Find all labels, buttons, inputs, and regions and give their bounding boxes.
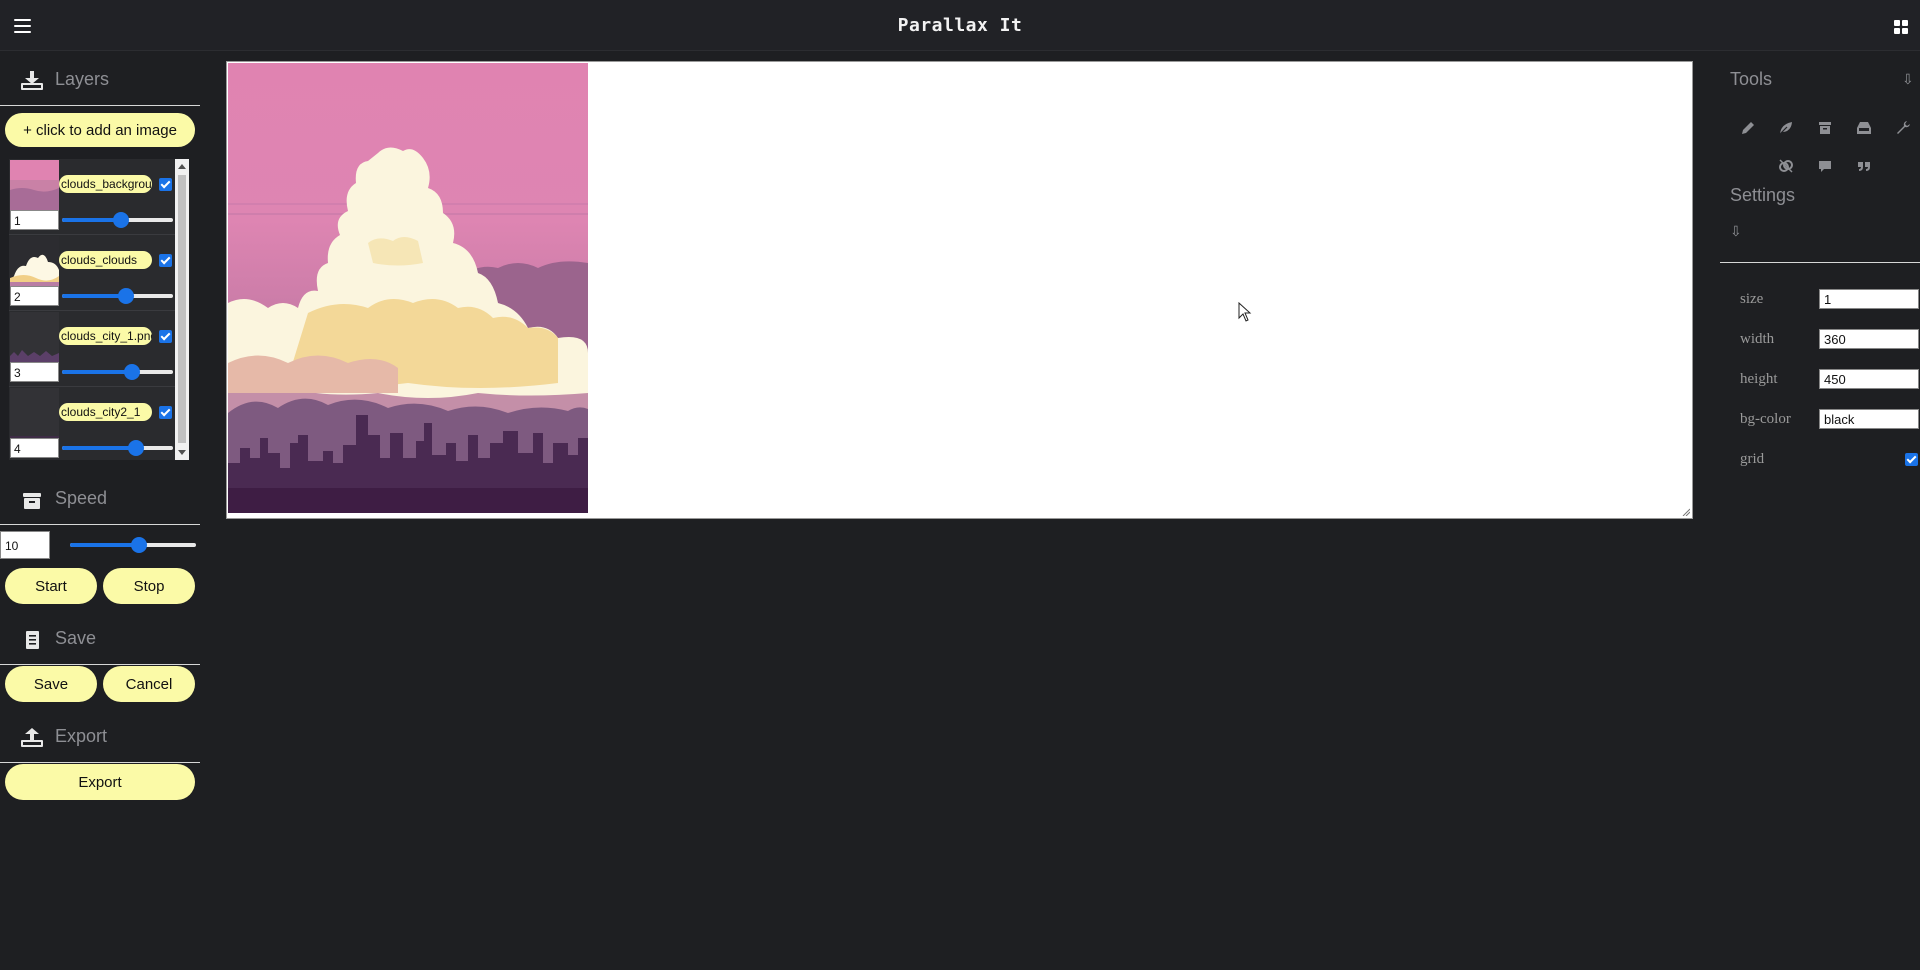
- pencil-icon[interactable]: [1740, 120, 1756, 136]
- parallax-canvas[interactable]: [226, 61, 1693, 519]
- layer-order-input[interactable]: 2: [10, 286, 59, 306]
- upload-icon: [21, 728, 43, 747]
- setting-label: width: [1740, 331, 1775, 347]
- leaf-icon[interactable]: [1778, 120, 1794, 136]
- comment-icon[interactable]: [1817, 158, 1833, 174]
- layer-visible-checkbox[interactable]: [159, 178, 172, 191]
- setting-label: height: [1740, 371, 1778, 387]
- scrollbar-thumb[interactable]: [178, 175, 186, 443]
- layer-thumbnail: [10, 236, 59, 288]
- layer-order-input[interactable]: 3: [10, 362, 59, 382]
- save-header[interactable]: Save: [0, 611, 200, 665]
- layer-name[interactable]: clouds_city_1.png: [59, 327, 152, 345]
- speed-slider[interactable]: [70, 537, 196, 553]
- grid-checkbox[interactable]: [1905, 453, 1918, 466]
- speed-input[interactable]: 10: [0, 531, 50, 559]
- layers-header[interactable]: Layers: [0, 52, 200, 106]
- layer-name[interactable]: clouds_city2_1: [59, 403, 152, 421]
- setting-height: height 450: [1740, 369, 1920, 389]
- layer-name[interactable]: clouds_background: [59, 175, 152, 193]
- setting-grid: grid: [1740, 449, 1920, 469]
- archive-icon[interactable]: [1817, 120, 1833, 136]
- layer-item[interactable]: clouds_clouds 2: [9, 235, 175, 311]
- apps-grid-icon[interactable]: [1894, 20, 1908, 34]
- layer-visible-checkbox[interactable]: [159, 406, 172, 419]
- start-button[interactable]: Start: [5, 568, 97, 604]
- inbox-icon[interactable]: [1856, 120, 1872, 136]
- height-input[interactable]: 450: [1819, 369, 1919, 389]
- layers-scrollbar[interactable]: [175, 159, 189, 460]
- width-input[interactable]: 360: [1819, 329, 1919, 349]
- bg-color-input[interactable]: black: [1819, 409, 1919, 429]
- layer-thumbnail: [10, 388, 59, 440]
- layer-visible-checkbox[interactable]: [159, 330, 172, 343]
- layer-speed-slider[interactable]: [62, 440, 173, 456]
- unlink-icon[interactable]: [1778, 158, 1794, 174]
- setting-bg-color: bg-color black: [1740, 409, 1920, 429]
- add-image-button[interactable]: + click to add an image: [5, 113, 195, 147]
- setting-label: grid: [1740, 451, 1765, 467]
- cancel-button[interactable]: Cancel: [103, 666, 195, 702]
- layer-name[interactable]: clouds_clouds: [59, 251, 152, 269]
- speed-label: Speed: [55, 488, 108, 508]
- parallax-preview-image: [228, 63, 588, 513]
- collapse-tools-icon[interactable]: ⇩: [1902, 71, 1914, 88]
- speed-header[interactable]: Speed: [0, 471, 200, 525]
- layers-list: clouds_background 1 clouds_clouds 2: [9, 159, 189, 460]
- layer-thumbnail: [10, 312, 59, 364]
- export-button[interactable]: Export: [5, 764, 195, 800]
- layer-item[interactable]: clouds_city_1.png 3: [9, 311, 175, 387]
- wrench-icon[interactable]: [1895, 120, 1911, 136]
- layer-speed-slider[interactable]: [62, 288, 173, 304]
- size-input[interactable]: 1: [1819, 289, 1919, 309]
- scroll-up-arrow-icon[interactable]: [178, 164, 186, 169]
- setting-width: width 360: [1740, 329, 1920, 349]
- settings-title: Settings: [1730, 185, 1796, 205]
- export-header[interactable]: Export: [0, 709, 200, 763]
- layer-thumbnail: [10, 160, 59, 212]
- layer-order-input[interactable]: 4: [10, 438, 59, 458]
- quote-icon[interactable]: [1856, 158, 1872, 174]
- resize-handle-icon[interactable]: [1682, 508, 1690, 516]
- setting-label: size: [1740, 291, 1764, 307]
- layer-item[interactable]: clouds_background 1: [9, 159, 175, 235]
- layers-label: Layers: [55, 69, 110, 89]
- tools-title: Tools: [1730, 69, 1773, 89]
- app-title: Parallax It: [897, 15, 1023, 36]
- scroll-down-arrow-icon[interactable]: [178, 450, 186, 455]
- stop-button[interactable]: Stop: [103, 568, 195, 604]
- setting-size: size 1: [1740, 289, 1920, 309]
- top-bar: Parallax It: [0, 0, 1920, 51]
- layer-speed-slider[interactable]: [62, 364, 173, 380]
- archive-icon: [23, 493, 41, 509]
- layer-order-input[interactable]: 1: [10, 210, 59, 230]
- left-panel: Layers + click to add an image clouds_ba…: [0, 52, 200, 970]
- layer-item[interactable]: clouds_city2_1 4: [9, 387, 175, 460]
- settings-divider: [1720, 262, 1920, 263]
- document-icon: [26, 631, 39, 649]
- layer-speed-slider[interactable]: [62, 212, 173, 228]
- save-button[interactable]: Save: [5, 666, 97, 702]
- mouse-pointer-icon: [1238, 302, 1252, 322]
- save-label: Save: [55, 628, 97, 648]
- collapse-settings-icon[interactable]: ⇩: [1730, 223, 1742, 240]
- setting-label: bg-color: [1740, 411, 1791, 427]
- export-label: Export: [55, 726, 108, 746]
- layer-visible-checkbox[interactable]: [159, 254, 172, 267]
- download-icon: [21, 71, 43, 90]
